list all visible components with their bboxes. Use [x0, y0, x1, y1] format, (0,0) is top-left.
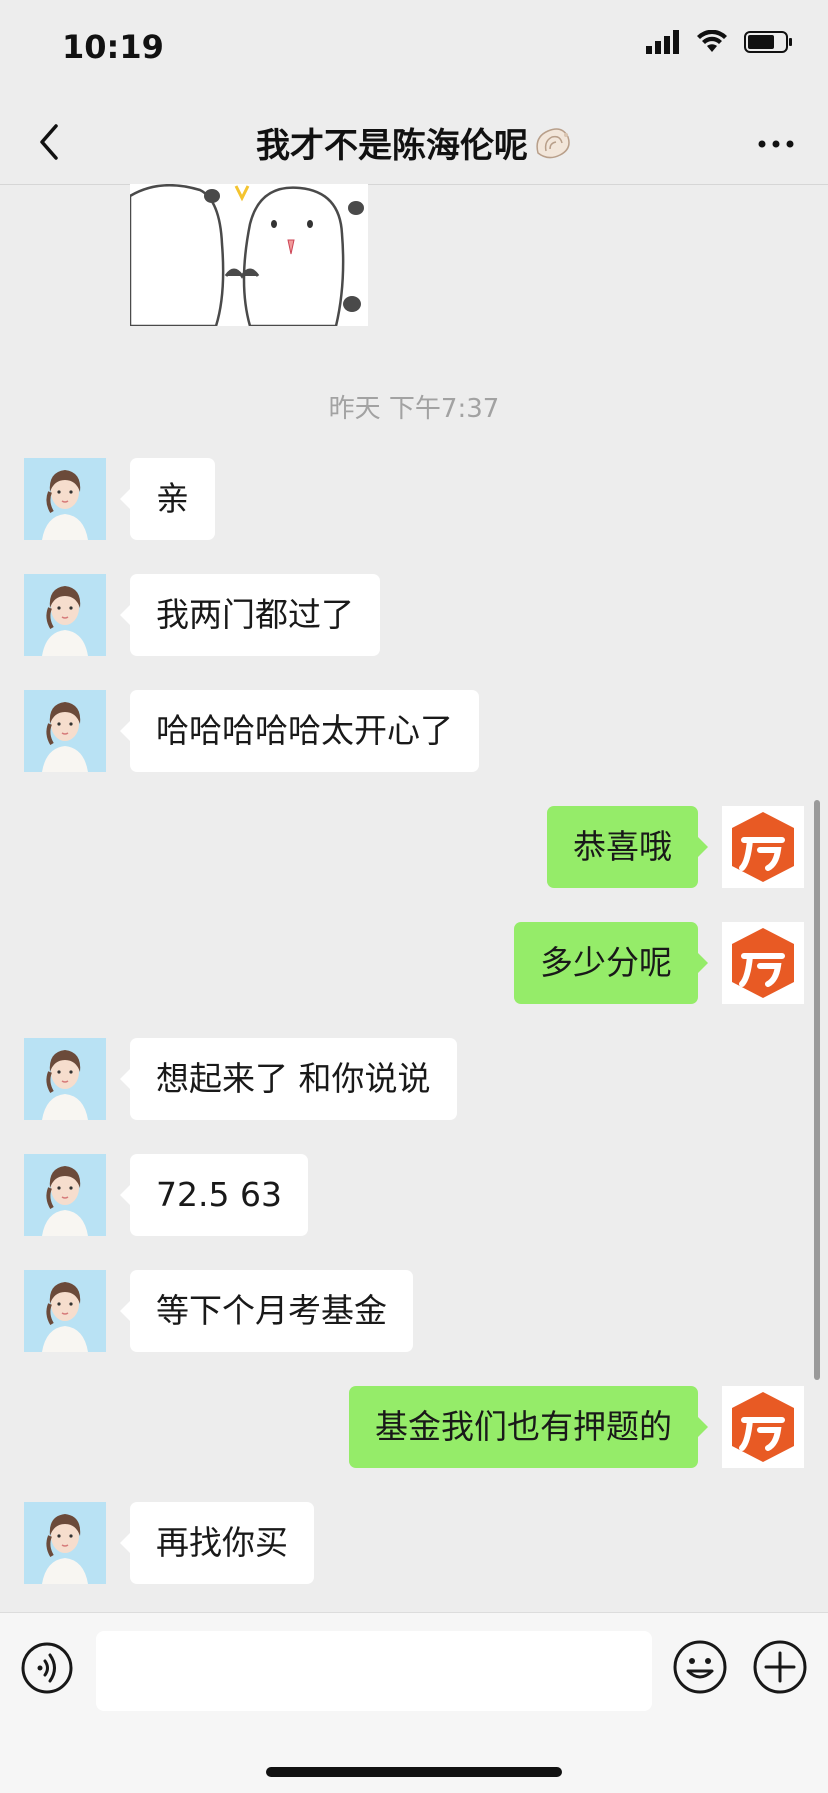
message-incoming: 想起来了 和你说说: [24, 1038, 457, 1120]
chat-title-text: 我才不是陈海伦呢: [256, 126, 528, 166]
message-outgoing: 多少分呢: [514, 922, 804, 1004]
message-bubble[interactable]: 我两门都过了: [120, 574, 380, 656]
two-bears-sticker: [130, 184, 368, 326]
contact-avatar[interactable]: [24, 1154, 106, 1236]
message-outgoing: 恭喜哦: [547, 806, 804, 888]
message-incoming: 哈哈哈哈哈太开心了: [24, 690, 479, 772]
sticker-image[interactable]: [130, 184, 368, 326]
shell-emoji-icon: [536, 128, 570, 159]
status-bar: 10:19: [0, 0, 828, 100]
message-bubble[interactable]: 哈哈哈哈哈太开心了: [120, 690, 479, 772]
chat-header: 我才不是陈海伦呢: [0, 100, 828, 185]
battery-icon: [744, 31, 792, 53]
message-bubble[interactable]: 想起来了 和你说说: [120, 1038, 457, 1120]
status-time: 10:19: [62, 28, 164, 66]
message-outgoing: 基金我们也有押题的: [349, 1386, 804, 1468]
contact-avatar[interactable]: [24, 1038, 106, 1120]
input-bar: [0, 1612, 828, 1793]
plus-icon[interactable]: [752, 1639, 808, 1695]
my-avatar[interactable]: [722, 1386, 804, 1468]
home-indicator[interactable]: [266, 1767, 562, 1777]
wifi-icon: [697, 30, 727, 52]
contact-avatar[interactable]: [24, 1270, 106, 1352]
voice-icon[interactable]: [20, 1641, 74, 1695]
message-bubble[interactable]: 72.5 63: [120, 1154, 308, 1236]
contact-avatar[interactable]: [24, 1502, 106, 1584]
chat-title: 我才不是陈海伦呢: [0, 118, 828, 167]
message-incoming: 再找你买: [24, 1502, 314, 1584]
message-bubble[interactable]: 等下个月考基金: [120, 1270, 413, 1352]
message-incoming: 亲: [24, 458, 215, 540]
message-bubble[interactable]: 恭喜哦: [547, 806, 708, 888]
message-input[interactable]: [96, 1631, 652, 1711]
contact-avatar[interactable]: [24, 458, 106, 540]
scroll-indicator: [814, 800, 820, 1380]
message-bubble[interactable]: 基金我们也有押题的: [349, 1386, 708, 1468]
more-dots-icon[interactable]: [752, 124, 800, 164]
my-avatar[interactable]: [722, 806, 804, 888]
message-incoming: 我两门都过了: [24, 574, 380, 656]
message-bubble[interactable]: 多少分呢: [514, 922, 708, 1004]
cellular-signal-icon: [646, 30, 679, 54]
message-incoming: 等下个月考基金: [24, 1270, 413, 1352]
emoji-icon[interactable]: [672, 1639, 728, 1695]
system-icons: [646, 30, 794, 54]
contact-avatar[interactable]: [24, 690, 106, 772]
message-bubble[interactable]: 亲: [120, 458, 215, 540]
message-timestamp: 昨天 下午7:37: [328, 394, 500, 424]
contact-avatar[interactable]: [24, 574, 106, 656]
message-incoming: 72.5 63: [24, 1154, 308, 1236]
message-bubble[interactable]: 再找你买: [120, 1502, 314, 1584]
my-avatar[interactable]: [722, 922, 804, 1004]
